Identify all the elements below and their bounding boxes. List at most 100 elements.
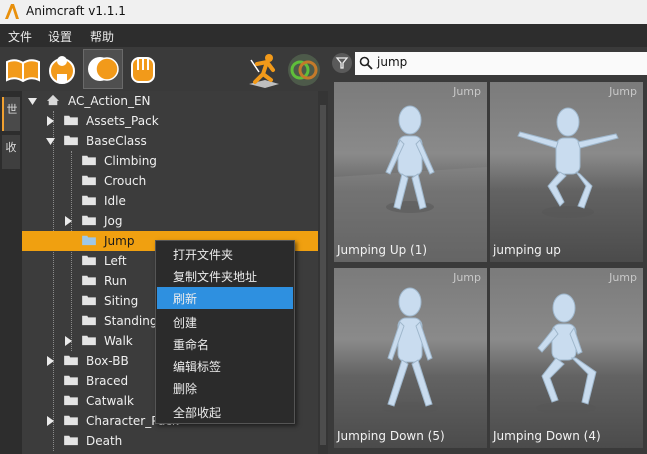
tree-item-label: Assets_Pack [86, 114, 159, 128]
expand-arrow-right-icon[interactable] [46, 116, 55, 126]
tree-scroll-thumb[interactable] [320, 105, 326, 445]
menu-help[interactable]: 帮助 [90, 28, 114, 45]
tree-item-label: Jog [104, 214, 123, 228]
search-query: jump [377, 55, 408, 69]
asset-card[interactable]: Jump Jumping Down (4) [490, 268, 643, 448]
home-icon [47, 94, 59, 106]
menu-bar: 文件 设置 帮助 [0, 24, 647, 47]
tree-item[interactable]: BaseClass [22, 131, 318, 151]
tree-item[interactable]: Jog [22, 211, 318, 231]
menu-file[interactable]: 文件 [8, 28, 32, 45]
tree-item-label: Catwalk [86, 394, 134, 408]
expand-arrow-right-icon[interactable] [46, 416, 55, 426]
menu-item-delete[interactable]: 删除 [157, 377, 293, 399]
book-button[interactable] [4, 50, 42, 88]
menu-item-collapse-all[interactable]: 全部收起 [157, 401, 293, 423]
funnel-icon [335, 57, 349, 69]
menu-item-label: 创建 [173, 316, 198, 330]
asset-tag: Jump [453, 271, 481, 284]
circles-toggle-button[interactable] [83, 49, 123, 89]
tree-item[interactable]: Climbing [22, 151, 318, 171]
tree-item-label: Run [104, 274, 128, 288]
menu-item-rename[interactable]: 重命名 [157, 333, 293, 355]
tab-world[interactable]: 世 [2, 97, 20, 131]
folder-icon [82, 215, 96, 226]
expand-arrow-right-icon[interactable] [46, 356, 55, 366]
animation-button[interactable] [245, 50, 283, 88]
tree-item-label: Jump [104, 234, 135, 248]
green-circles-button[interactable] [285, 50, 323, 88]
asset-name: Jumping Up (1) [337, 243, 428, 257]
tree-item[interactable]: Assets_Pack [22, 111, 318, 131]
tree-item-label: Braced [86, 374, 129, 388]
toolbar [0, 47, 328, 91]
folder-icon [82, 335, 96, 346]
search-icon [359, 56, 373, 70]
folder-icon [82, 295, 96, 306]
tab-world-label: 世 [6, 103, 18, 116]
folder-icon [64, 115, 78, 126]
menu-item-edit-tags[interactable]: 编辑标签 [157, 355, 293, 377]
tree-item-label: Standing [104, 314, 158, 328]
asset-name: Jumping Down (4) [493, 429, 601, 443]
asset-grid: Jump Jumping Up (1) Jump jumping up Jump… [328, 80, 647, 454]
circles-toggle-icon [88, 57, 119, 81]
tree-item[interactable]: AC_Action_EN [22, 91, 318, 111]
asset-tag: Jump [609, 85, 637, 98]
character-armor-icon [49, 56, 75, 84]
context-menu: 打开文件夹 复制文件夹地址 刷新 创建 重命名 编辑标签 删除 全部收起 [155, 240, 295, 424]
tree-item-label: Crouch [104, 174, 147, 188]
filter-button[interactable] [332, 53, 352, 73]
fist-button[interactable] [124, 50, 162, 88]
expand-arrow-right-icon[interactable] [64, 216, 73, 226]
folder-icon [64, 415, 78, 426]
asset-card[interactable]: Jump Jumping Down (5) [334, 268, 487, 448]
character-figure-icon [536, 293, 597, 414]
tab-favorites-label: 收 [5, 141, 17, 154]
app-logo-icon [5, 4, 19, 19]
character-figure-icon [382, 287, 438, 414]
tree-item[interactable]: Crouch [22, 171, 318, 191]
tree-item-label: BaseClass [86, 134, 147, 148]
menu-item-label: 删除 [173, 382, 198, 396]
expand-arrow-down-icon[interactable] [46, 136, 55, 146]
menu-item-refresh[interactable]: 刷新 [157, 287, 293, 309]
tree-item-label: AC_Action_EN [68, 94, 151, 108]
search-input[interactable]: jump [355, 52, 647, 75]
tree-item-label: Idle [104, 194, 126, 208]
folder-icon [82, 155, 96, 166]
asset-name: Jumping Down (5) [337, 429, 445, 443]
green-circles-icon [288, 54, 320, 86]
asset-tag: Jump [453, 85, 481, 98]
character-figure-icon [517, 107, 619, 218]
menu-item-copy-path[interactable]: 复制文件夹地址 [157, 265, 293, 287]
menu-item-create[interactable]: 创建 [157, 311, 293, 333]
menu-item-label: 打开文件夹 [173, 248, 234, 262]
expand-arrow-down-icon[interactable] [28, 96, 37, 106]
asset-name: jumping up [493, 243, 561, 257]
folder-icon [64, 375, 78, 386]
tree-item-label: Box-BB [86, 354, 129, 368]
menu-item-label: 复制文件夹地址 [173, 270, 258, 284]
tree-item-label: Death [86, 434, 123, 448]
expand-arrow-right-icon[interactable] [64, 336, 73, 346]
tree-item[interactable]: Idle [22, 191, 318, 211]
tree-item-label: Climbing [104, 154, 157, 168]
fist-icon [131, 57, 155, 83]
search-bar: jump [328, 47, 647, 80]
book-icon [6, 59, 40, 83]
folder-icon [64, 435, 78, 446]
asset-card[interactable]: Jump Jumping Up (1) [334, 82, 487, 262]
menu-item-open-folder[interactable]: 打开文件夹 [157, 243, 293, 265]
character-button[interactable] [43, 50, 81, 88]
menu-item-label: 编辑标签 [173, 360, 222, 374]
tree-item[interactable]: Death [22, 431, 318, 451]
asset-tag: Jump [609, 271, 637, 284]
tab-favorites[interactable]: 收 [2, 135, 20, 169]
menu-item-label: 重命名 [173, 338, 210, 352]
asset-card[interactable]: Jump jumping up [490, 82, 643, 262]
folder-icon [82, 275, 96, 286]
tree-item-label: Walk [104, 334, 133, 348]
menu-settings[interactable]: 设置 [48, 28, 72, 45]
character-figure-icon [334, 105, 487, 262]
